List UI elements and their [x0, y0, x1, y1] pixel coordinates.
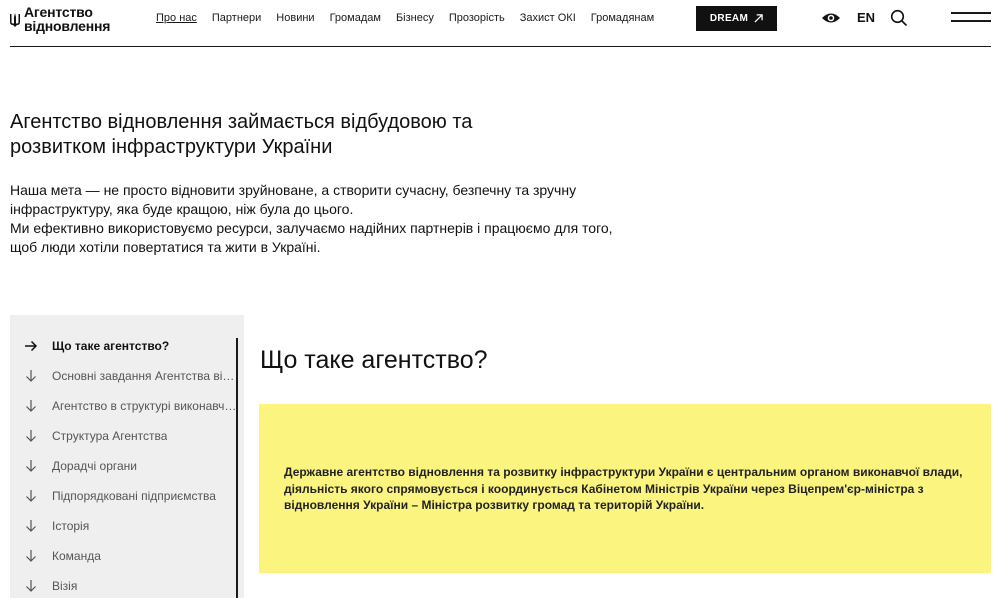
sidebar-item-history[interactable]: Історія: [24, 516, 239, 536]
sidebar-item-subordinate-enterprises[interactable]: Підпорядковані підприємства: [24, 486, 239, 506]
main-nav: Про нас Партнери Новини Громадам Бізнесу…: [156, 11, 669, 25]
nav-partners[interactable]: Партнери: [212, 11, 261, 25]
sidebar-scroll-rail[interactable]: [236, 338, 238, 598]
nav-critical-infrastructure[interactable]: Захист ОКІ: [520, 11, 576, 25]
arrow-down-icon: [26, 430, 36, 442]
site-logo[interactable]: Агентство відновлення: [10, 5, 110, 33]
search-icon[interactable]: [890, 9, 908, 27]
sidebar-item-vision[interactable]: Візія: [24, 576, 239, 596]
sidebar-item-main-tasks[interactable]: Основні завдання Агентства відновлення: [24, 366, 239, 386]
dream-button[interactable]: DREAM: [696, 6, 777, 31]
sidebar-item-what-is-agency[interactable]: Що таке агентство?: [24, 336, 239, 356]
dream-button-label: DREAM: [709, 13, 749, 24]
sidebar-item-executive-structure[interactable]: Агентство в структурі виконавчої влади: [24, 396, 239, 416]
highlight-callout: Державне агентство відновлення та розвит…: [259, 404, 991, 573]
arrow-down-icon: [26, 400, 36, 412]
arrow-down-icon: [26, 460, 36, 472]
intro-paragraph-2: Ми ефективно використовуємо ресурси, зал…: [10, 220, 613, 255]
arrow-down-icon: [26, 580, 36, 592]
site-header: Агентство відновлення Про нас Партнери Н…: [0, 0, 1000, 48]
callout-text: Державне агентство відновлення та розвит…: [284, 465, 963, 512]
nav-transparency[interactable]: Прозорість: [449, 11, 505, 25]
trident-logo-icon: [10, 13, 20, 27]
arrow-down-icon: [26, 490, 36, 502]
sidebar-item-label: Агентство в структурі виконавчої влади: [52, 399, 239, 413]
menu-icon[interactable]: [951, 10, 991, 24]
arrow-right-icon: [25, 340, 38, 352]
sidebar-item-team[interactable]: Команда: [24, 546, 239, 566]
nav-news[interactable]: Новини: [276, 11, 314, 25]
sidebar-item-advisory-bodies[interactable]: Дорадчі органи: [24, 456, 239, 476]
logo-line-1: Агентство: [24, 4, 93, 20]
header-divider: [10, 46, 991, 47]
intro-paragraph-1: Наша мета — не просто відновити зруйнова…: [10, 182, 577, 217]
arrow-down-icon: [26, 370, 36, 382]
sidebar-item-structure[interactable]: Структура Агентства: [24, 426, 239, 446]
nav-citizens[interactable]: Громадянам: [591, 11, 654, 25]
sidebar-item-label: Візія: [52, 579, 78, 593]
eye-icon[interactable]: [821, 11, 841, 25]
arrow-down-icon: [26, 520, 36, 532]
intro-title: Агентство відновлення займається відбудо…: [10, 111, 473, 158]
section-title: Що таке агентство?: [260, 346, 488, 374]
sidebar-item-label: Дорадчі органи: [52, 459, 138, 473]
arrow-down-icon: [26, 550, 36, 562]
sidebar-item-label: Підпорядковані підприємства: [52, 489, 216, 503]
logo-line-2: відновлення: [24, 18, 111, 34]
intro-text: Наша мета — не просто відновити зруйнова…: [10, 181, 630, 257]
section-sidebar: Що таке агентство? Основні завдання Аген…: [10, 315, 244, 598]
sidebar-item-label: Що таке агентство?: [52, 339, 170, 353]
sidebar-item-label: Історія: [52, 519, 90, 533]
nav-business[interactable]: Бізнесу: [396, 11, 434, 25]
sidebar-item-label: Структура Агентства: [52, 429, 168, 443]
arrow-up-right-icon: [754, 14, 763, 23]
language-switch[interactable]: EN: [857, 11, 875, 25]
nav-communities[interactable]: Громадам: [330, 11, 381, 25]
sidebar-item-label: Команда: [52, 549, 101, 563]
nav-about[interactable]: Про нас: [156, 11, 197, 25]
sidebar-item-label: Основні завдання Агентства відновлення: [52, 369, 239, 383]
